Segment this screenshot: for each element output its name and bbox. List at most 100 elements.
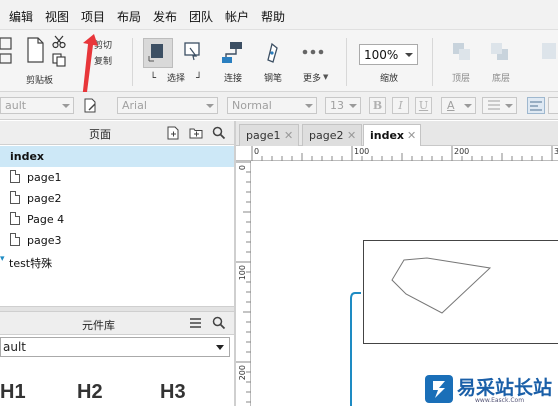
library-panel-title: 元件库	[82, 319, 115, 332]
ruler-label: 0	[238, 165, 247, 171]
zoom-value: 100%	[364, 48, 399, 62]
ruler-ticks	[251, 146, 553, 161]
widget-h2[interactable]: H2	[77, 381, 103, 404]
pen-icon[interactable]	[260, 40, 284, 66]
font-size-select[interactable]: 13	[325, 97, 361, 114]
clipboard-group-label: 剪贴板	[26, 76, 54, 86]
page-tree-item-page3[interactable]: page3	[0, 230, 234, 251]
send-to-back-icon[interactable]	[488, 40, 512, 66]
menu-team[interactable]: 团队	[189, 8, 213, 25]
page-icon	[10, 170, 20, 183]
ruler-label: 300	[554, 147, 558, 156]
paste-document-icon[interactable]	[26, 36, 46, 64]
list-icon	[488, 100, 500, 110]
page-tree-item-page1[interactable]: page1	[0, 167, 234, 188]
bottom-label: 底层	[492, 74, 511, 84]
text-color-button[interactable]: A	[441, 97, 476, 114]
search-icon[interactable]	[212, 316, 226, 330]
menu-layout[interactable]: 布局	[117, 8, 141, 25]
page-icon	[10, 233, 20, 246]
close-icon[interactable]: ✕	[347, 129, 356, 142]
paste-icon[interactable]	[0, 36, 14, 66]
close-icon[interactable]: ✕	[284, 129, 293, 142]
add-page-icon[interactable]	[166, 126, 180, 140]
zoom-select[interactable]: 100%	[359, 44, 418, 65]
ruler-label: 0	[254, 147, 260, 156]
placeholder-rectangle	[363, 240, 558, 344]
menu-project[interactable]: 项目	[81, 8, 105, 25]
tab-page1[interactable]: page1 ✕	[239, 124, 299, 146]
pages-panel-header: 页面	[0, 121, 234, 145]
vertical-ruler: 0 100 200	[236, 161, 251, 406]
add-folder-icon[interactable]	[189, 126, 203, 140]
ruler-label: 200	[238, 365, 247, 381]
bold-button[interactable]: B	[369, 97, 386, 114]
search-icon[interactable]	[212, 126, 226, 140]
design-canvas[interactable]	[252, 162, 558, 406]
top-label: 顶层	[452, 74, 471, 84]
font-family-select[interactable]: Arial	[117, 97, 218, 114]
tab-page2[interactable]: page2 ✕	[302, 124, 362, 146]
scissors-icon[interactable]	[52, 35, 66, 49]
menu-icon[interactable]	[189, 317, 202, 329]
style-select[interactable]: ault	[0, 97, 74, 114]
widget-h1[interactable]: H1	[0, 381, 26, 404]
menu-edit[interactable]: 编辑	[9, 8, 33, 25]
library-widgets: H1 H2 H3	[0, 361, 234, 406]
more-dots-icon[interactable]	[302, 48, 324, 56]
tab-label: page1	[246, 129, 281, 142]
more-dropdown-icon[interactable]: ▼	[323, 73, 328, 81]
close-icon[interactable]: ✕	[407, 129, 416, 142]
font-weight-value: Normal	[232, 99, 272, 112]
tab-index[interactable]: index ✕	[363, 124, 421, 147]
menu-account[interactable]: 帐户	[225, 8, 249, 25]
pen-label: 钢笔	[264, 74, 283, 84]
chevron-down-icon	[62, 104, 70, 108]
menu-help[interactable]: 帮助	[261, 8, 285, 25]
tab-label: index	[370, 129, 405, 142]
horizontal-ruler: 0 100 200 300	[236, 146, 558, 161]
page-tree-label: page3	[27, 234, 62, 247]
chevron-down-icon	[464, 104, 472, 108]
page-tree-item-index[interactable]: index	[0, 146, 234, 167]
select-box-icon[interactable]	[180, 40, 204, 64]
library-select[interactable]: ault	[0, 337, 230, 357]
format-bar: ault Arial Normal 13 B I U A	[0, 92, 558, 120]
align-left-button[interactable]	[527, 97, 545, 114]
expand-arrow-icon[interactable]: ▾	[0, 254, 5, 264]
page-tree-item-page2[interactable]: page2	[0, 188, 234, 209]
widget-h3[interactable]: H3	[160, 381, 186, 404]
select-icon	[148, 44, 163, 62]
bullet-list-button[interactable]	[482, 97, 517, 114]
connector-line	[350, 292, 361, 406]
format-painter-icon[interactable]	[84, 98, 98, 114]
tab-label: page2	[309, 129, 344, 142]
copy-icon[interactable]	[52, 53, 66, 67]
font-family-value: Arial	[122, 99, 147, 112]
ruler-label: 200	[454, 147, 470, 156]
page-tree-label: test特殊	[9, 257, 53, 270]
logo-icon	[425, 375, 453, 403]
connector-icon[interactable]	[220, 40, 246, 66]
underline-button[interactable]: U	[415, 97, 432, 114]
align-center-button[interactable]	[548, 97, 558, 114]
watermark-text: 易采站长站	[457, 377, 553, 399]
select-tool-button[interactable]	[143, 38, 173, 68]
page-tree-label: Page 4	[27, 213, 65, 226]
chevron-down-icon	[305, 104, 313, 108]
more-label[interactable]: 更多	[303, 71, 321, 84]
italic-button[interactable]: I	[392, 97, 409, 114]
group-icon[interactable]	[538, 40, 558, 66]
page-tree-item-page4[interactable]: Page 4	[0, 209, 234, 230]
menu-view[interactable]: 视图	[45, 8, 69, 25]
library-panel-header: 元件库	[0, 312, 234, 335]
page-tree-label: page1	[27, 171, 62, 184]
bring-to-front-icon[interactable]	[450, 40, 474, 66]
menu-publish[interactable]: 发布	[153, 8, 177, 25]
library-selected-value: ault	[3, 340, 26, 354]
page-icon	[10, 191, 20, 204]
font-weight-select[interactable]: Normal	[227, 97, 317, 114]
page-tree-item-test[interactable]: ▾ test特殊	[0, 251, 234, 272]
page-tree-label: index	[10, 150, 45, 163]
toolbar-separator	[132, 38, 133, 86]
